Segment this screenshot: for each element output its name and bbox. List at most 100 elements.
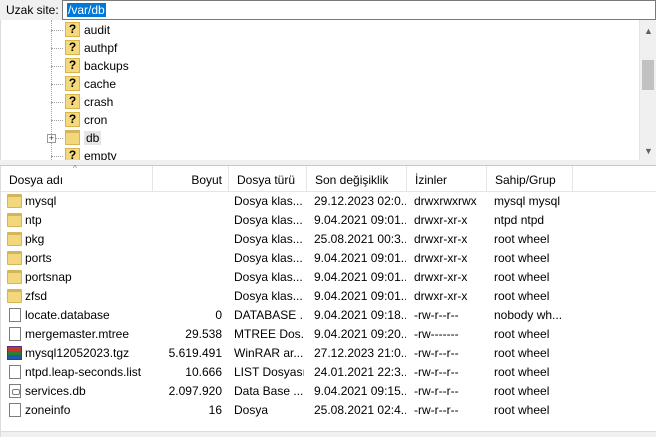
file-permissions: drwxr-xr-x xyxy=(414,270,468,284)
file-type: Dosya klas... xyxy=(234,289,303,303)
file-size: 10.666 xyxy=(185,365,222,379)
file-permissions: drwxr-xr-x xyxy=(414,289,468,303)
remote-path-value[interactable]: /var/db xyxy=(67,3,106,17)
column-header-size[interactable]: Boyut xyxy=(153,166,229,192)
file-modified: 9.04.2021 09:15... xyxy=(314,384,406,398)
horizontal-scrollbar[interactable] xyxy=(1,431,656,437)
file-owner: root wheel xyxy=(494,289,550,303)
remote-file-list[interactable]: ^ Dosya adı Boyut Dosya türü Son değişik… xyxy=(0,164,656,437)
column-header-modified[interactable]: Son değişiklik xyxy=(307,166,407,192)
file-row[interactable]: ntpd.leap-seconds.list 10.666 LIST Dosya… xyxy=(1,363,656,382)
file-icon xyxy=(9,327,21,341)
tree-item-label: audit xyxy=(84,23,111,37)
scrollbar-thumb[interactable] xyxy=(642,60,654,90)
scroll-up-arrow-icon[interactable]: ▲ xyxy=(644,26,653,36)
file-type: DATABASE ... xyxy=(234,308,304,322)
column-header-type[interactable]: Dosya türü xyxy=(229,166,307,192)
file-modified: 27.12.2023 21:0... xyxy=(314,346,406,360)
tree-item-label: db xyxy=(84,131,102,145)
file-row[interactable]: ntp Dosya klas... 9.04.2021 09:01... drw… xyxy=(1,211,656,230)
file-modified: 9.04.2021 09:01... xyxy=(314,213,406,227)
file-owner: mysql mysql xyxy=(494,194,561,208)
file-permissions: drwxr-xr-x xyxy=(414,251,468,265)
remote-site-bar: Uzak site: /var/db xyxy=(0,0,656,20)
file-permissions: drwxr-xr-x xyxy=(414,232,468,246)
file-row[interactable]: pkg Dosya klas... 25.08.2021 00:3... drw… xyxy=(1,230,656,249)
file-name: ntp xyxy=(25,213,42,227)
tree-item-label: backups xyxy=(84,59,129,73)
file-owner: root wheel xyxy=(494,251,550,265)
file-type: Dosya klas... xyxy=(234,213,303,227)
file-owner: nobody wh... xyxy=(494,308,563,322)
file-permissions: -rw-r--r-- xyxy=(414,384,459,398)
file-name: locate.database xyxy=(25,308,110,322)
scroll-down-arrow-icon[interactable]: ▼ xyxy=(644,146,653,156)
column-header-name[interactable]: Dosya adı xyxy=(1,166,153,192)
unknown-folder-icon: ? xyxy=(65,22,80,37)
tree-item-label: cache xyxy=(84,77,117,91)
file-row[interactable]: zoneinfo 16 Dosya 25.08.2021 02:4... -rw… xyxy=(1,401,656,420)
tree-item-label: empty xyxy=(84,149,117,160)
file-permissions: -rw-r--r-- xyxy=(414,365,459,379)
file-size: 5.619.491 xyxy=(168,346,222,360)
file-owner: root wheel xyxy=(494,403,550,417)
file-type: LIST Dosyası xyxy=(234,365,304,379)
unknown-folder-icon: ? xyxy=(65,148,80,160)
file-name: services.db xyxy=(25,384,86,398)
file-modified: 9.04.2021 09:20... xyxy=(314,327,406,341)
folder-icon xyxy=(7,251,22,265)
file-name: ports xyxy=(25,251,52,265)
file-name: pkg xyxy=(25,232,45,246)
column-header-owner[interactable]: Sahip/Grup xyxy=(487,166,573,192)
file-name: zoneinfo xyxy=(25,403,71,417)
file-owner: root wheel xyxy=(494,384,550,398)
file-name: zfsd xyxy=(25,289,48,303)
file-row[interactable]: mysql12052023.tgz 5.619.491 WinRAR ar...… xyxy=(1,344,656,363)
folder-icon xyxy=(7,232,22,246)
file-permissions: drwxrwxrwx xyxy=(414,194,477,208)
file-row[interactable]: services.db 2.097.920 Data Base ... 9.04… xyxy=(1,382,656,401)
file-type: Dosya klas... xyxy=(234,194,303,208)
file-icon xyxy=(9,403,21,417)
file-row[interactable]: mysql Dosya klas... 29.12.2023 02:0... d… xyxy=(1,192,656,211)
file-name: mysql12052023.tgz xyxy=(25,346,130,360)
file-permissions: -rw-r--r-- xyxy=(414,403,459,417)
file-size: 0 xyxy=(215,308,222,322)
file-row[interactable]: ports Dosya klas... 9.04.2021 09:01... d… xyxy=(1,249,656,268)
file-type: MTREE Dos... xyxy=(234,327,304,341)
file-row[interactable]: mergemaster.mtree 29.538 MTREE Dos... 9.… xyxy=(1,325,656,344)
file-row[interactable]: portsnap Dosya klas... 9.04.2021 09:01..… xyxy=(1,268,656,287)
file-type: Dosya klas... xyxy=(234,251,303,265)
file-name: portsnap xyxy=(25,270,72,284)
file-row[interactable]: zfsd Dosya klas... 9.04.2021 09:01... dr… xyxy=(1,287,656,306)
file-modified: 25.08.2021 00:3... xyxy=(314,232,406,246)
file-row[interactable]: locate.database 0 DATABASE ... 9.04.2021… xyxy=(1,306,656,325)
column-header-permissions[interactable]: İzinler xyxy=(407,166,487,192)
remote-path-input[interactable]: /var/db xyxy=(62,0,656,20)
file-modified: 24.01.2021 22:3... xyxy=(314,365,406,379)
file-size: 16 xyxy=(208,403,222,417)
tree-item-label: authpf xyxy=(84,41,118,55)
database-file-icon xyxy=(9,384,21,398)
remote-directory-tree[interactable]: ? audit ? authpf ? backups ? cache ? cra… xyxy=(0,20,656,160)
file-modified: 9.04.2021 09:01... xyxy=(314,270,406,284)
file-type: Data Base ... xyxy=(234,384,304,398)
tree-expand-toggle[interactable]: + xyxy=(47,134,56,143)
file-modified: 9.04.2021 09:01... xyxy=(314,251,406,265)
file-owner: root wheel xyxy=(494,270,550,284)
file-permissions: drwxr-xr-x xyxy=(414,213,468,227)
folder-icon xyxy=(7,213,22,227)
tree-item-label: cron xyxy=(84,113,108,127)
file-type: WinRAR ar... xyxy=(234,346,304,360)
file-permissions: -rw-r--r-- xyxy=(414,308,459,322)
tree-vertical-scrollbar[interactable]: ▲ ▼ xyxy=(639,20,656,160)
file-owner: root wheel xyxy=(494,365,550,379)
unknown-folder-icon: ? xyxy=(65,112,80,127)
unknown-folder-icon: ? xyxy=(65,40,80,55)
unknown-folder-icon: ? xyxy=(65,76,80,91)
file-icon xyxy=(9,308,21,322)
file-permissions: -rw-r--r-- xyxy=(414,346,459,360)
file-type: Dosya klas... xyxy=(234,232,303,246)
file-type: Dosya klas... xyxy=(234,270,303,284)
remote-site-label: Uzak site: xyxy=(6,3,59,17)
